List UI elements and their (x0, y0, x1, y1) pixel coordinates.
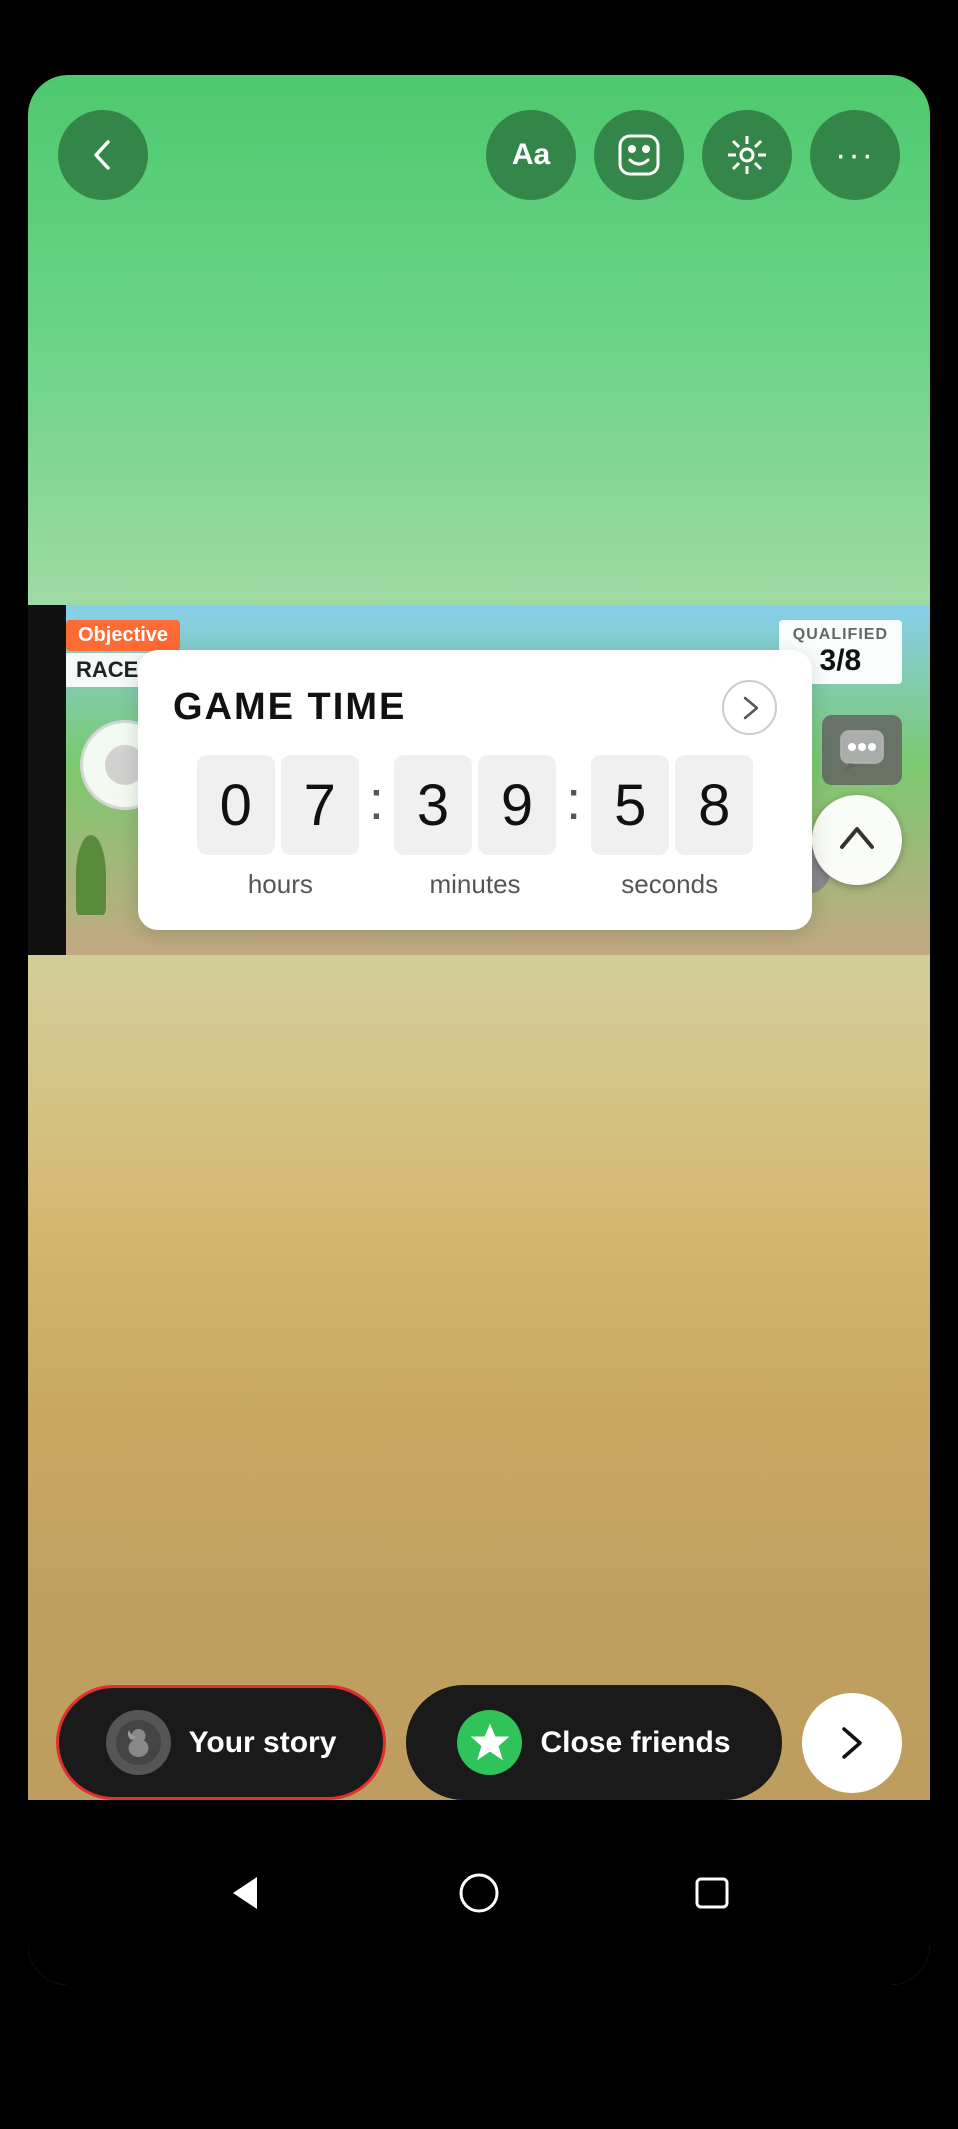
colon-1: : (365, 768, 388, 832)
nav-home-icon[interactable] (439, 1853, 519, 1933)
nav-bar (28, 1800, 930, 1985)
time-display: 0 7 : 3 9 : 5 8 (173, 755, 777, 855)
more-button[interactable]: ··· (810, 110, 900, 200)
effects-button[interactable] (702, 110, 792, 200)
hours-digit-1: 0 (197, 755, 275, 855)
nav-recents-icon[interactable] (673, 1853, 753, 1933)
minutes-digit-2: 9 (478, 755, 556, 855)
seconds-digit-1: 5 (591, 755, 669, 855)
next-button[interactable] (802, 1693, 902, 1793)
your-story-button[interactable]: Your story (56, 1685, 386, 1800)
colon-2: : (562, 768, 585, 832)
story-avatar (106, 1710, 171, 1775)
sticker-button[interactable] (594, 110, 684, 200)
story-label: Your story (189, 1726, 337, 1760)
game-time-widget: GAME TIME 0 7 : 3 9 : 5 8 hours minutes … (138, 650, 812, 930)
hours-digit-2: 7 (281, 755, 359, 855)
up-arrow-button[interactable] (812, 795, 902, 885)
chat-icon[interactable] (822, 715, 902, 785)
close-friends-button[interactable]: Close friends (406, 1685, 782, 1800)
minutes-digit-1: 3 (394, 755, 472, 855)
time-labels: hours minutes seconds (173, 869, 777, 900)
bottom-bar: Your story Close friends (28, 1685, 930, 1800)
minutes-label: minutes (378, 869, 573, 900)
toolbar: Aa (28, 75, 930, 205)
friends-icon (457, 1710, 522, 1775)
black-strip (28, 605, 66, 955)
toolbar-right: Aa (486, 110, 900, 200)
text-button[interactable]: Aa (486, 110, 576, 200)
back-button[interactable] (58, 110, 148, 200)
friends-label: Close friends (540, 1726, 730, 1760)
objective-badge: Objective (66, 620, 180, 651)
nav-back-icon[interactable] (205, 1853, 285, 1933)
seconds-label: seconds (572, 869, 767, 900)
widget-header: GAME TIME (173, 680, 777, 735)
widget-next-arrow[interactable] (722, 680, 777, 735)
seconds-digit-2: 8 (675, 755, 753, 855)
widget-title: GAME TIME (173, 686, 406, 729)
hours-label: hours (183, 869, 378, 900)
